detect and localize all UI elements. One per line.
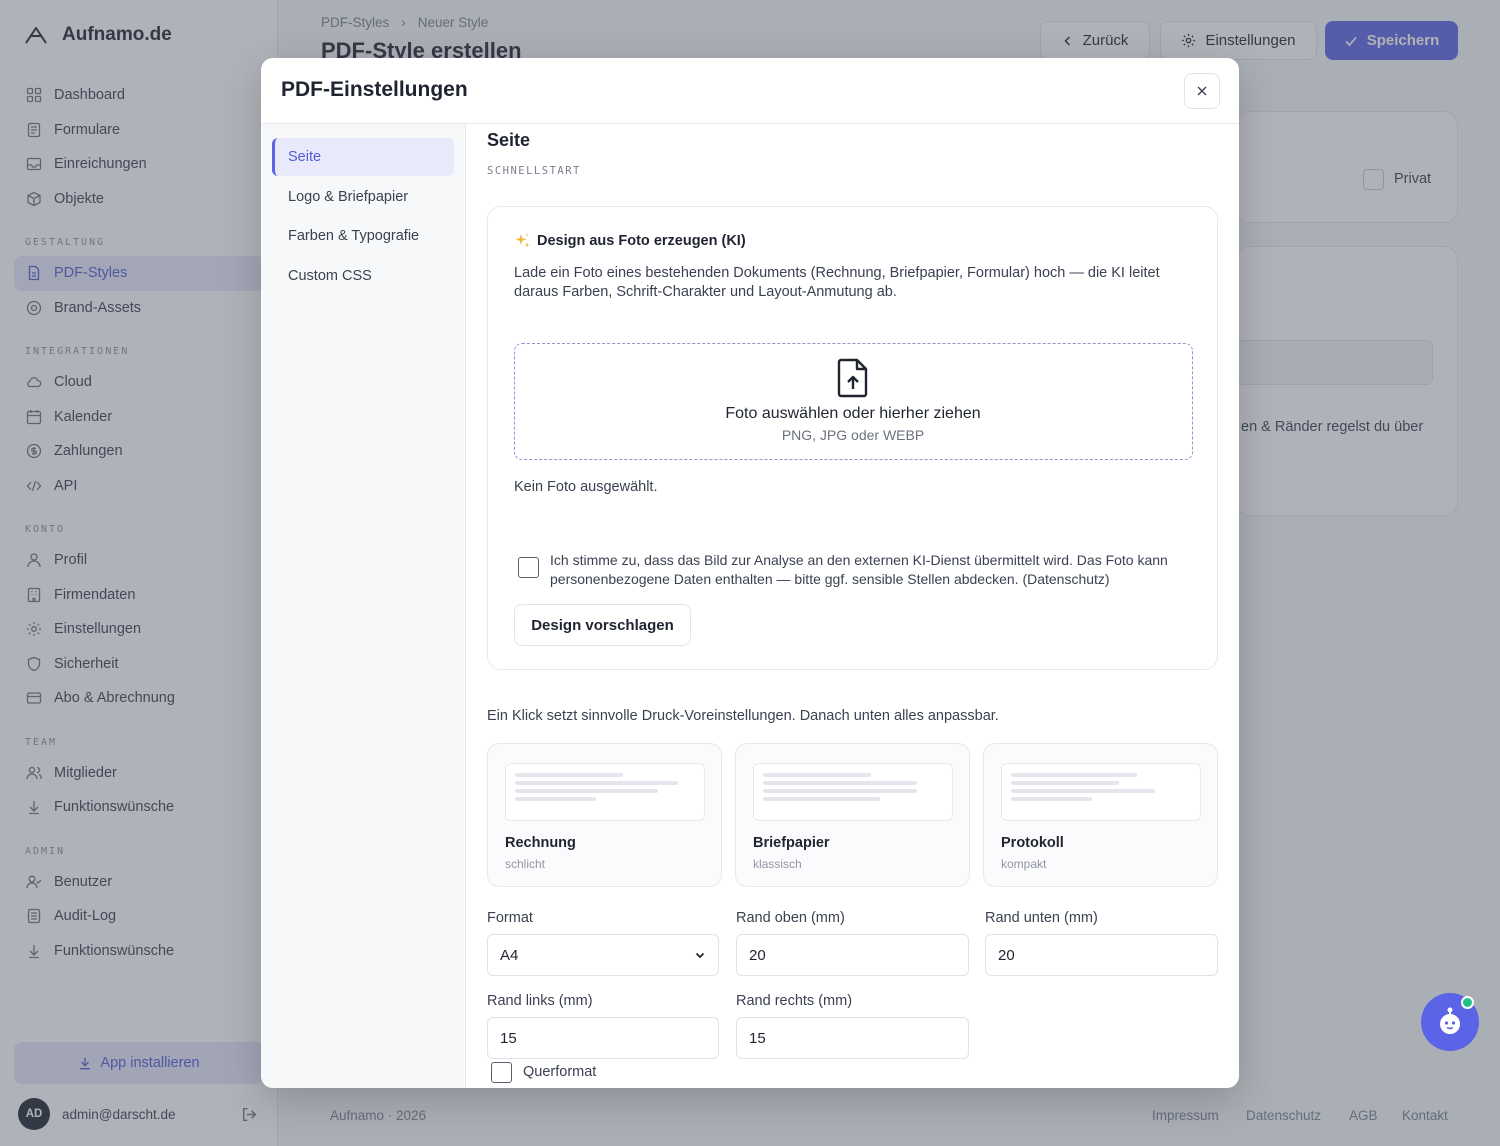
margin-left-input[interactable]: 15 — [487, 1017, 719, 1059]
preset-card-briefpapier[interactable]: Briefpapier klassisch — [735, 743, 970, 887]
preset-subtitle: klassisch — [753, 857, 802, 871]
margin-left-label: Rand links (mm) — [487, 993, 593, 1009]
format-value: A4 — [500, 946, 519, 964]
modal-tab-seite[interactable]: Seite — [272, 138, 454, 176]
margin-right-value: 15 — [749, 1029, 766, 1047]
modal-title: PDF-Einstellungen — [281, 78, 468, 101]
preset-subtitle: kompakt — [1001, 857, 1047, 871]
preset-subtitle: schlicht — [505, 857, 546, 871]
no-photo-status: Kein Foto ausgewählt. — [514, 479, 658, 495]
dropzone-formats: PNG, JPG oder WEBP — [781, 427, 925, 443]
photo-dropzone[interactable]: Foto auswählen oder hierher ziehen PNG, … — [514, 343, 1193, 460]
preset-name: Rechnung — [505, 835, 576, 851]
chevron-down-icon — [695, 952, 705, 959]
preset-card-rechnung[interactable]: Rechnung schlicht — [487, 743, 722, 887]
pdf-settings-modal: PDF-Einstellungen Seite Logo & Briefpapi… — [261, 58, 1239, 1088]
margin-top-label: Rand oben (mm) — [736, 910, 845, 926]
modal-tab-logo[interactable]: Logo & Briefpapier — [272, 178, 454, 216]
consent-label: Ich stimme zu, dass das Bild zur Analyse… — [550, 552, 1168, 587]
ai-card-title: Design aus Foto erzeugen (KI) — [537, 232, 746, 249]
close-button[interactable] — [1184, 73, 1220, 109]
margin-top-input[interactable]: 20 — [736, 934, 969, 976]
dropzone-label: Foto auswählen oder hierher ziehen — [725, 405, 981, 422]
suggest-design-button[interactable]: Design vorschlagen — [514, 604, 691, 646]
modal-content: Seite SCHNELLSTART Design aus Foto erzeu… — [466, 124, 1239, 1088]
format-label: Format — [487, 910, 533, 926]
margin-bottom-input[interactable]: 20 — [985, 934, 1218, 976]
preset-thumbnail — [505, 763, 705, 821]
modal-tab-css[interactable]: Custom CSS — [272, 257, 454, 295]
robot-icon — [1440, 1007, 1460, 1034]
consent-checkbox[interactable] — [518, 557, 539, 578]
ai-card-description: Lade ein Foto eines bestehenden Dokument… — [514, 265, 1160, 300]
preset-thumbnail — [1001, 763, 1201, 821]
sparkles-icon — [515, 233, 530, 248]
preset-name: Briefpapier — [753, 835, 830, 851]
modal-nav: Seite Logo & Briefpapier Farben & Typogr… — [261, 124, 466, 1088]
file-upload-icon — [837, 358, 868, 398]
close-icon — [1197, 86, 1207, 96]
online-status-dot — [1461, 996, 1474, 1009]
section-subtitle: SCHNELLSTART — [487, 165, 581, 177]
presets-hint: Ein Klick setzt sinnvolle Druck-Voreinst… — [487, 708, 999, 724]
margin-right-input[interactable]: 15 — [736, 1017, 969, 1059]
preset-thumbnail — [753, 763, 953, 821]
margin-top-value: 20 — [749, 946, 766, 964]
landscape-checkbox[interactable] — [491, 1062, 512, 1083]
modal-header: PDF-Einstellungen — [261, 58, 1239, 124]
ai-card-header: Design aus Foto erzeugen (KI) — [514, 232, 746, 249]
preset-name: Protokoll — [1001, 835, 1064, 851]
format-select[interactable]: A4 — [487, 934, 719, 976]
margin-left-value: 15 — [500, 1029, 517, 1047]
margin-right-label: Rand rechts (mm) — [736, 993, 853, 1009]
ai-design-card: Design aus Foto erzeugen (KI) Lade ein F… — [487, 206, 1218, 670]
landscape-label: Querformat — [523, 1064, 597, 1080]
margin-bottom-value: 20 — [998, 946, 1015, 964]
preset-card-protokoll[interactable]: Protokoll kompakt — [983, 743, 1218, 887]
margin-bottom-label: Rand unten (mm) — [985, 910, 1098, 926]
section-title: Seite — [487, 130, 531, 150]
modal-tab-farben[interactable]: Farben & Typografie — [272, 217, 454, 255]
